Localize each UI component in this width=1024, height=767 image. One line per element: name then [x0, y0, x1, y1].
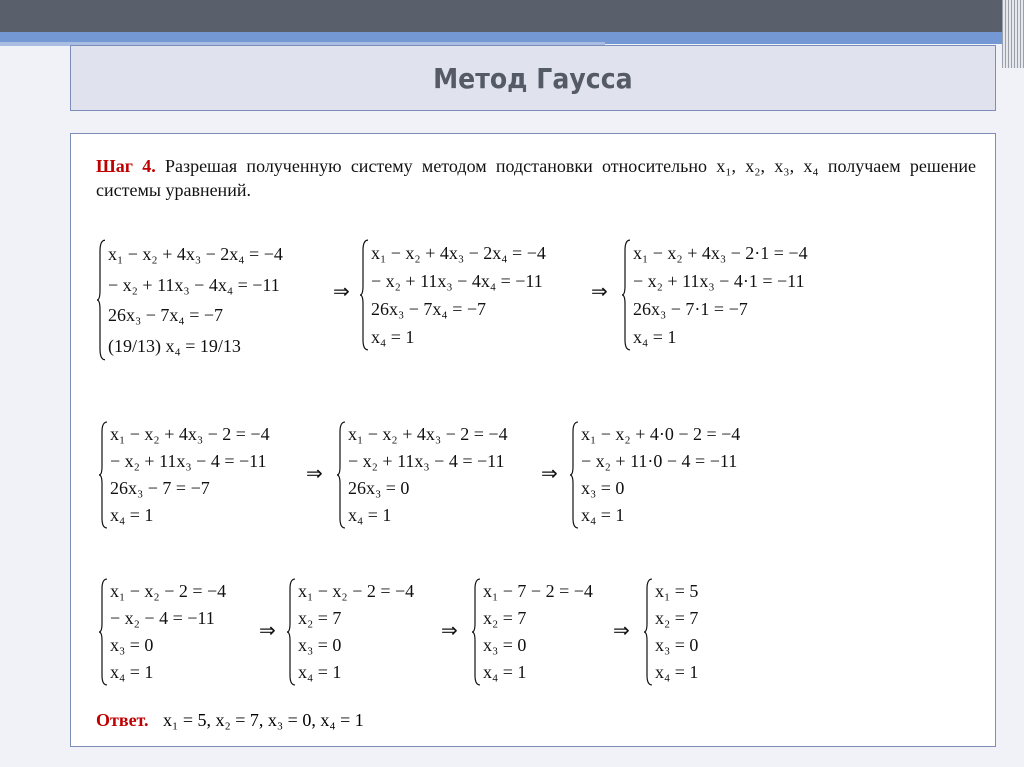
answer-label: Ответ.	[96, 710, 149, 730]
equation-lines: x₁ − 7 − 2 = −4 x₂ = 7 x₃ = 0 x₄ = 1	[481, 578, 593, 686]
equation-lines: x₁ − x₂ + 4·0 − 2 = −4 − x₂ + 11·0 − 4 = …	[579, 421, 740, 529]
equation: x₄ = 1	[581, 505, 625, 525]
equation-system: x₁ − x₂ + 4x₃ − 2x₄ = −4 − x₂ + 11x₃ − 4x…	[359, 239, 546, 351]
implies-arrow-icon: ⇒	[591, 281, 608, 303]
equation-lines: x₁ − x₂ + 4x₃ − 2x₄ = −4 − x₂ + 11x₃ − 4x…	[106, 239, 283, 361]
equation: − x₂ + 11x₃ − 4x₄ = −11	[371, 271, 543, 291]
equation: − x₂ − 4 = −11	[110, 608, 215, 628]
intro-text: Шаг 4. Разрешая полученную систему метод…	[96, 154, 976, 202]
equation: x₁ − x₂ − 2 = −4	[110, 581, 227, 601]
brace-icon	[98, 421, 108, 529]
equation: x₃ = 0	[110, 635, 154, 655]
equation: − x₂ + 11x₃ − 4x₄ = −11	[108, 274, 280, 295]
equation: 26x₃ − 7·1 = −7	[633, 299, 748, 319]
equation-lines: x₁ − x₂ + 4x₃ − 2 = −4 − x₂ + 11x₃ − 4 = …	[346, 421, 508, 529]
equation: x₁ − x₂ + 4x₃ − 2x₄ = −4	[108, 244, 283, 264]
step-label: Шаг 4.	[96, 156, 156, 176]
equation-lines: x₁ − x₂ − 2 = −4 x₂ = 7 x₃ = 0 x₄ = 1	[296, 578, 414, 686]
equation: x₄ = 1	[110, 505, 154, 525]
equation-system: x₁ − x₂ − 2 = −4 − x₂ − 4 = −11 x₃ = 0 x₄ =…	[98, 578, 226, 686]
equation: x₁ − x₂ + 4·0 − 2 = −4	[581, 424, 741, 444]
equation: x₁ − x₂ − 2 = −4	[298, 581, 415, 601]
equation: x₁ − x₂ + 4x₃ − 2 = −4	[110, 424, 270, 444]
equation: x₂ = 7	[483, 608, 527, 628]
equation: x₁ − x₂ + 4x₃ − 2 = −4	[348, 424, 508, 444]
equation: − x₂ + 11·0 − 4 = −11	[581, 451, 738, 471]
slide-title: Метод Гаусса	[433, 61, 633, 95]
implies-arrow-icon: ⇒	[541, 463, 558, 485]
implies-arrow-icon: ⇒	[306, 463, 323, 485]
equation: x₃ = 0	[581, 478, 625, 498]
step-description: Разрешая полученную систему методом подс…	[96, 156, 976, 200]
brace-icon	[286, 578, 296, 686]
equation: − x₂ + 11x₃ − 4 = −11	[110, 451, 267, 471]
equation-lines: x₁ = 5 x₂ = 7 x₃ = 0 x₄ = 1	[653, 578, 698, 686]
equation-system: x₁ − x₂ − 2 = −4 x₂ = 7 x₃ = 0 x₄ = 1	[286, 578, 414, 686]
answer: Ответ. x₁ = 5, x₂ = 7, x₃ = 0, x₄ = 1	[96, 710, 364, 731]
equation: x₃ = 0	[483, 635, 527, 655]
brace-icon	[643, 578, 653, 686]
equation: x₄ = 1	[110, 662, 154, 682]
equation: 26x₃ − 7x₄ = −7	[371, 299, 487, 319]
equation: x₂ = 7	[298, 608, 342, 628]
equation-system: x₁ − x₂ + 4·0 − 2 = −4 − x₂ + 11·0 − 4 = …	[569, 421, 740, 529]
brace-icon	[471, 578, 481, 686]
edge-decoration	[1002, 0, 1024, 68]
equation: x₂ = 7	[655, 608, 699, 628]
equation-lines: x₁ − x₂ + 4x₃ − 2x₄ = −4 − x₂ + 11x₃ − 4x…	[369, 239, 546, 351]
equation-lines: x₁ − x₂ + 4x₃ − 2 = −4 − x₂ + 11x₃ − 4 = …	[108, 421, 270, 529]
equation: 26x₃ − 7x₄ = −7	[108, 305, 224, 325]
brace-icon	[621, 239, 631, 351]
equation: − x₂ + 11x₃ − 4 = −11	[348, 451, 505, 471]
equation: x₁ = 5	[655, 581, 699, 601]
equation: 26x₃ = 0	[348, 478, 410, 498]
equation: x₁ − x₂ + 4x₃ − 2·1 = −4	[633, 243, 808, 263]
brace-icon	[96, 239, 106, 361]
implies-arrow-icon: ⇒	[613, 620, 630, 642]
equation: x₁ − x₂ + 4x₃ − 2x₄ = −4	[371, 243, 546, 263]
equation-system: x₁ − 7 − 2 = −4 x₂ = 7 x₃ = 0 x₄ = 1	[471, 578, 593, 686]
equation-lines: x₁ − x₂ + 4x₃ − 2·1 = −4 − x₂ + 11x₃ − 4·…	[631, 239, 808, 351]
title-box: Метод Гаусса	[70, 45, 996, 111]
content-box: Шаг 4. Разрешая полученную систему метод…	[70, 133, 996, 747]
top-bar	[0, 0, 1024, 32]
equation-system: x₁ − x₂ + 4x₃ − 2 = −4 − x₂ + 11x₃ − 4 = …	[336, 421, 508, 529]
brace-icon	[569, 421, 579, 529]
equation: x₄ = 1	[348, 505, 392, 525]
brace-icon	[359, 239, 369, 351]
equation: (19/13) x₄ = 19/13	[108, 335, 241, 356]
equation-system: x₁ − x₂ + 4x₃ − 2·1 = −4 − x₂ + 11x₃ − 4·…	[621, 239, 808, 351]
brace-icon	[98, 578, 108, 686]
equation: x₄ = 1	[371, 327, 415, 347]
equation: − x₂ + 11x₃ − 4·1 = −11	[633, 271, 805, 291]
implies-arrow-icon: ⇒	[259, 620, 276, 642]
equation-system: x₁ = 5 x₂ = 7 x₃ = 0 x₄ = 1	[643, 578, 698, 686]
brace-icon	[336, 421, 346, 529]
equation-system: x₁ − x₂ + 4x₃ − 2x₄ = −4 − x₂ + 11x₃ − 4x…	[96, 239, 283, 361]
equation-lines: x₁ − x₂ − 2 = −4 − x₂ − 4 = −11 x₃ = 0 x₄ =…	[108, 578, 226, 686]
equation-system: x₁ − x₂ + 4x₃ − 2 = −4 − x₂ + 11x₃ − 4 = …	[98, 421, 270, 529]
equation: x₃ = 0	[655, 635, 699, 655]
equation: x₃ = 0	[298, 635, 342, 655]
implies-arrow-icon: ⇒	[333, 281, 350, 303]
answer-value: x₁ = 5, x₂ = 7, x₃ = 0, x₄ = 1	[163, 710, 364, 730]
equation: x₁ − 7 − 2 = −4	[483, 581, 593, 601]
equation: x₄ = 1	[483, 662, 527, 682]
equation: x₄ = 1	[655, 662, 699, 682]
equation: x₄ = 1	[298, 662, 342, 682]
equation: 26x₃ − 7 = −7	[110, 478, 210, 498]
equation: x₄ = 1	[633, 327, 677, 347]
implies-arrow-icon: ⇒	[441, 620, 458, 642]
